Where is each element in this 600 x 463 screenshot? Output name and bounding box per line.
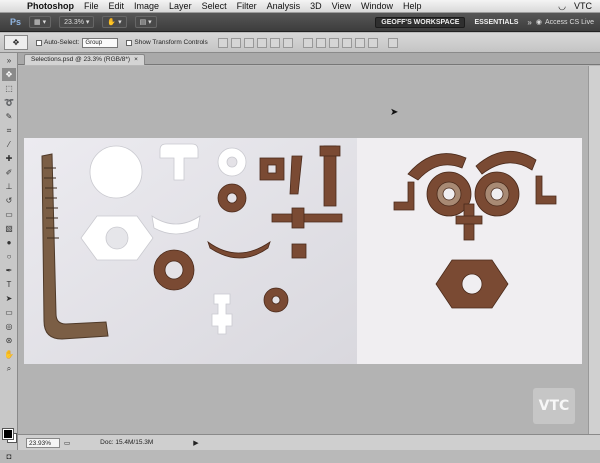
path-selection-tool[interactable]: ➤: [2, 292, 16, 305]
crop-tool[interactable]: ⌗: [2, 124, 16, 137]
move-tool-icon: ✥: [12, 38, 20, 47]
menu-filter[interactable]: Filter: [232, 1, 262, 11]
type-tool[interactable]: T: [2, 278, 16, 291]
3d-rotate-tool[interactable]: ◎: [2, 320, 16, 333]
healing-brush-tool[interactable]: ✚: [2, 152, 16, 165]
arrange-documents-icon[interactable]: ▤ ▾: [134, 16, 157, 28]
menu-file[interactable]: File: [79, 1, 104, 11]
auto-select-checkbox[interactable]: Auto-Select:: [36, 39, 79, 46]
status-doc-size: Doc: 15.4M/15.3M: [100, 439, 154, 446]
tool-preset-picker[interactable]: ✥: [4, 35, 28, 50]
wifi-icon[interactable]: ◡: [558, 1, 566, 12]
document-image[interactable]: [24, 138, 582, 364]
brush-tool[interactable]: ✐: [2, 166, 16, 179]
align-vcenter-icon[interactable]: [230, 37, 241, 48]
menu-help[interactable]: Help: [398, 1, 427, 11]
cs-live-icon: ◉: [535, 19, 542, 26]
menu-bar: Photoshop File Edit Image Layer Select F…: [0, 0, 600, 13]
align-left-icon[interactable]: [256, 37, 267, 48]
hand-tool[interactable]: ✋: [2, 348, 16, 361]
align-hcenter-icon[interactable]: [269, 37, 280, 48]
workspace-essentials[interactable]: ESSENTIALS: [469, 18, 523, 27]
menu-image[interactable]: Image: [129, 1, 164, 11]
color-swatches[interactable]: [3, 429, 17, 443]
hand-tool-icon[interactable]: ✋ ▾: [102, 16, 127, 28]
distribute-left-icon[interactable]: [341, 37, 352, 48]
menu-app[interactable]: Photoshop: [22, 1, 79, 11]
show-transform-checkbox[interactable]: Show Transform Controls: [126, 39, 208, 46]
collapse-toolbox-icon[interactable]: »: [2, 54, 16, 67]
menu-edit[interactable]: Edit: [104, 1, 130, 11]
align-top-icon[interactable]: [217, 37, 228, 48]
align-buttons: [217, 37, 293, 48]
tab-close-icon[interactable]: ×: [134, 55, 138, 65]
workspace-chevron-icon[interactable]: »: [527, 18, 531, 27]
auto-select-dropdown[interactable]: Group: [82, 37, 119, 48]
ps-logo: Ps: [10, 17, 22, 27]
zoom-tool[interactable]: ⌕: [2, 362, 16, 375]
foreground-color-swatch[interactable]: [3, 429, 13, 439]
white-washer-large: [89, 145, 143, 199]
workspace-geoff[interactable]: GEOFF'S WORKSPACE: [375, 16, 466, 28]
bridge-icon[interactable]: ▦ ▾: [29, 16, 52, 28]
gradient-tool[interactable]: ▧: [2, 222, 16, 235]
distribute-buttons: [302, 37, 378, 48]
pen-tool[interactable]: ✒: [2, 264, 16, 277]
distribute-vcenter-icon[interactable]: [315, 37, 326, 48]
menu-select[interactable]: Select: [197, 1, 232, 11]
eraser-tool[interactable]: ▭: [2, 208, 16, 221]
3d-orbit-tool[interactable]: ⊛: [2, 334, 16, 347]
menu-3d[interactable]: 3D: [305, 1, 327, 11]
rust-square-nut-2: [291, 243, 307, 259]
distribute-right-icon[interactable]: [367, 37, 378, 48]
clone-stamp-tool[interactable]: ⊥: [2, 180, 16, 193]
auto-align-icon[interactable]: [387, 37, 398, 48]
blur-tool[interactable]: ●: [2, 236, 16, 249]
status-preview-icon[interactable]: ▭: [64, 439, 70, 447]
move-tool[interactable]: ✥: [2, 68, 16, 81]
eyedropper-tool[interactable]: ⁄: [2, 138, 16, 151]
right-photo-background: [357, 138, 582, 364]
vendor-label: VTC: [574, 1, 592, 11]
distribute-bottom-icon[interactable]: [328, 37, 339, 48]
quick-mask-icon[interactable]: ◘: [2, 450, 16, 463]
distribute-top-icon[interactable]: [302, 37, 313, 48]
rust-threaded-bolt: [271, 213, 343, 223]
options-bar: ✥ Auto-Select: Group Show Transform Cont…: [0, 33, 600, 53]
menu-layer[interactable]: Layer: [164, 1, 197, 11]
menu-view[interactable]: View: [327, 1, 356, 11]
vtc-watermark-logo: VTC: [533, 388, 575, 424]
status-menu-arrow-icon[interactable]: ▶: [193, 439, 198, 447]
status-zoom-field[interactable]: 23.93%: [26, 437, 60, 448]
cs-live-button[interactable]: ◉ Access CS Live: [535, 18, 594, 27]
marquee-tool[interactable]: ⬚: [2, 82, 16, 95]
menu-window[interactable]: Window: [356, 1, 398, 11]
align-right-icon[interactable]: [282, 37, 293, 48]
shape-tool[interactable]: ▭: [2, 306, 16, 319]
lasso-tool[interactable]: ➰: [2, 96, 16, 109]
document-tab-bar: Selections.psd @ 23.3% (RGB/8*) ×: [18, 53, 600, 65]
zoom-level-dropdown[interactable]: 23.3% ▾: [59, 16, 95, 28]
menu-analysis[interactable]: Analysis: [262, 1, 306, 11]
dodge-tool[interactable]: ○: [2, 250, 16, 263]
mouse-cursor-icon: ➤: [390, 107, 399, 118]
tools-panel: » ✥ ⬚ ➰ ✎ ⌗ ⁄ ✚ ✐ ⊥ ↺ ▭ ▧ ● ○ ✒ T ➤ ▭ ◎ …: [0, 53, 18, 461]
status-bar: 23.93% ▭ Doc: 15.4M/15.3M ▶: [18, 434, 600, 450]
vertical-scrollbar[interactable]: [588, 66, 600, 434]
application-bar: Ps ▦ ▾ 23.3% ▾ ✋ ▾ ▤ ▾ GEOFF'S WORKSPACE…: [0, 13, 600, 32]
quick-select-tool[interactable]: ✎: [2, 110, 16, 123]
tab-title: Selections.psd @ 23.3% (RGB/8*): [31, 56, 131, 63]
document-tab[interactable]: Selections.psd @ 23.3% (RGB/8*) ×: [24, 54, 145, 65]
auto-align-button: [387, 37, 398, 48]
distribute-hcenter-icon[interactable]: [354, 37, 365, 48]
align-bottom-icon[interactable]: [243, 37, 254, 48]
history-brush-tool[interactable]: ↺: [2, 194, 16, 207]
